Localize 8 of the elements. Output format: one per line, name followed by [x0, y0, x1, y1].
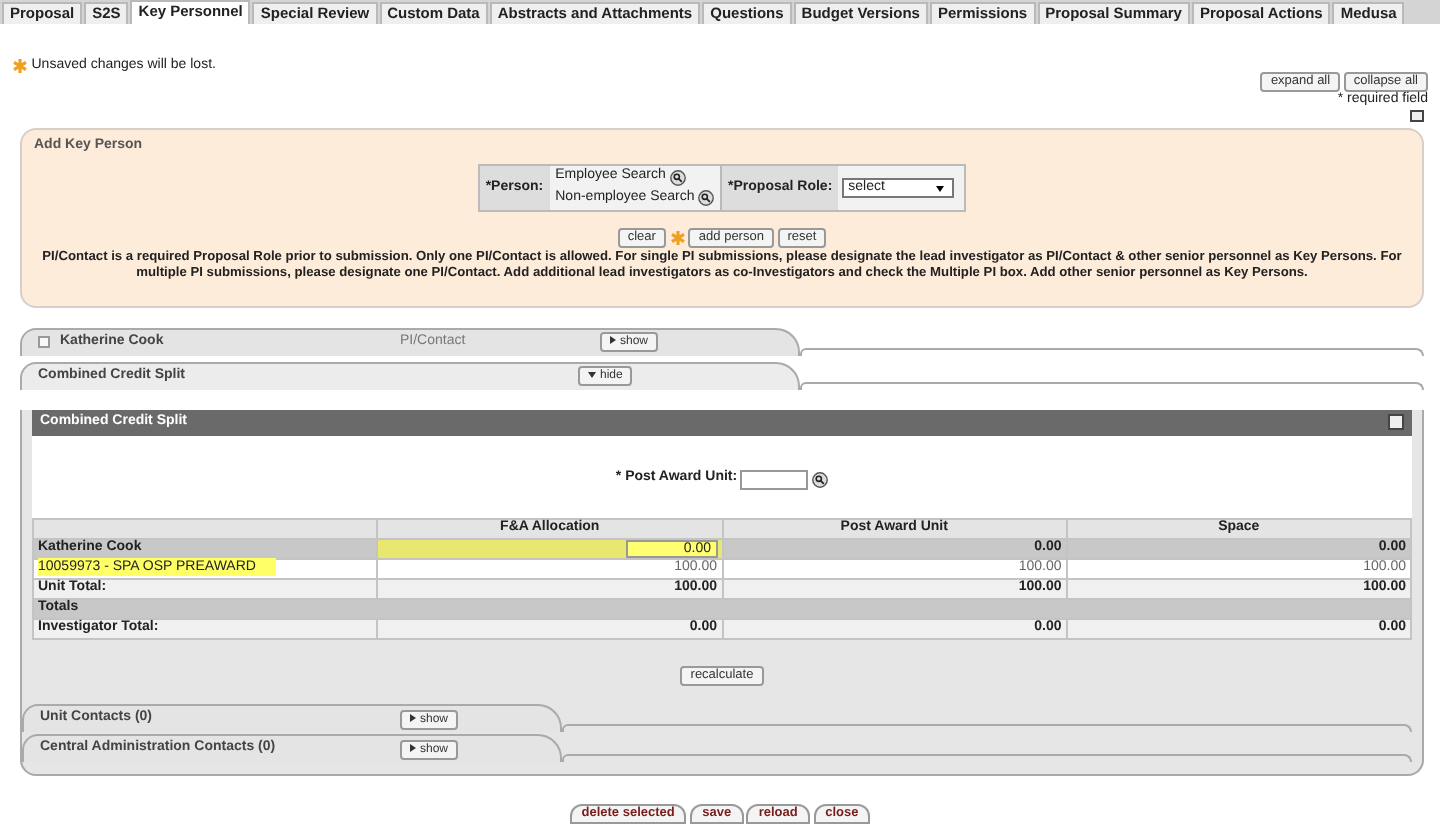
search-icon[interactable] — [669, 169, 686, 186]
asterisk-icon — [12, 58, 28, 75]
text-input[interactable] — [740, 469, 809, 490]
caret-icon — [936, 185, 945, 191]
asterisk-icon — [669, 229, 686, 246]
checkbox[interactable] — [38, 336, 50, 349]
search-icon[interactable] — [812, 471, 829, 488]
search-icon[interactable] — [698, 190, 715, 207]
